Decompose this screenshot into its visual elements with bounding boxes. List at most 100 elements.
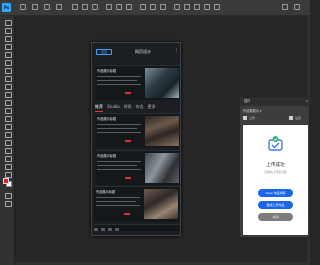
clone-stamp-tool-icon[interactable] [4, 83, 12, 90]
align-top-icon[interactable] [106, 4, 112, 10]
quick-select-tool-icon[interactable] [4, 43, 12, 50]
lasso-tool-icon[interactable] [4, 35, 12, 42]
align-bottom-icon[interactable] [126, 4, 132, 10]
move-tool-option-icon[interactable] [32, 4, 38, 10]
doc-card: 作品展示标题 [94, 186, 179, 220]
tab-settings-label: 设置 [295, 116, 302, 120]
panel-menu-icon[interactable]: ≡ [305, 97, 308, 106]
distribute-icon[interactable] [140, 4, 146, 10]
quick-mask-icon[interactable] [4, 192, 12, 199]
workspace-icon[interactable] [294, 4, 300, 10]
success-subtitle: 已成功上传至云端 [264, 170, 287, 174]
doc-tab: 杂志 [135, 104, 144, 109]
footer-icon [114, 228, 119, 231]
doc-tab-row: 推荐 Studio 时尚 杂志 更多 [95, 103, 181, 112]
eraser-tool-icon[interactable] [4, 99, 12, 106]
3d-mode-icon[interactable] [174, 4, 180, 10]
card-text-line [97, 165, 137, 166]
home-icon[interactable] [20, 4, 26, 10]
auto-select-icon[interactable] [44, 4, 50, 10]
card-thumbnail [145, 68, 179, 98]
doc-card: 作品展示标题 [95, 113, 180, 148]
doc-tab: 更多 [147, 104, 156, 109]
doc-card: 作品展示标题 [95, 150, 180, 185]
card-text-line [97, 76, 141, 77]
card-thumbnail [145, 116, 179, 146]
tab-upload[interactable]: 上传 [243, 115, 255, 122]
brush-tool-icon[interactable] [4, 75, 12, 82]
distribute-v-icon[interactable] [160, 4, 166, 10]
more-icon: ⋮ [174, 48, 179, 54]
card-tag [124, 213, 130, 215]
shape-tool-icon[interactable] [4, 155, 12, 162]
card-title: 作品展示标题 [97, 154, 117, 158]
panel-title: 插件 [244, 99, 251, 103]
card-text-line [97, 124, 141, 125]
card-text-line [97, 128, 137, 129]
align-right-icon[interactable] [92, 4, 98, 10]
card-thumbnail [145, 153, 179, 183]
move-tool-icon[interactable] [4, 19, 12, 26]
gear-icon [289, 116, 293, 120]
success-title: 上传成功 [266, 163, 285, 168]
eyedropper-tool-icon[interactable] [4, 59, 12, 66]
blur-tool-icon[interactable] [4, 115, 12, 122]
zoom-tool-icon[interactable] [4, 171, 12, 178]
slide-3d-icon[interactable] [204, 4, 210, 10]
project-select[interactable]: 作品集展示 ▾ [243, 108, 273, 114]
marquee-tool-icon[interactable] [4, 27, 12, 34]
scale-3d-icon[interactable] [214, 4, 220, 10]
doc-tab: 时尚 [123, 104, 132, 109]
dodge-tool-icon[interactable] [4, 123, 12, 130]
path-selection-tool-icon[interactable] [4, 147, 12, 154]
panel-header: 插件 ≡ [240, 97, 311, 106]
card-text-line [97, 169, 141, 170]
healing-brush-tool-icon[interactable] [4, 67, 12, 74]
card-tag [125, 177, 131, 179]
footer-icon [100, 228, 105, 231]
doc-back-button: 返回 [96, 49, 112, 55]
hand-tool-icon[interactable] [4, 163, 12, 170]
close-button[interactable]: 关闭 [258, 213, 293, 221]
history-brush-tool-icon[interactable] [4, 91, 12, 98]
doc-tab: Studio [106, 104, 120, 109]
project-select-value: 作品集展示 [243, 109, 259, 113]
card-tag [125, 92, 131, 94]
tab-settings[interactable]: 设置 [289, 115, 301, 122]
plugin-panel: 插件 ≡ 作品集展示 ▾ 上传 设置 上传成功 已成功上传至云端 View 作品… [239, 96, 311, 238]
align-left-icon[interactable] [72, 4, 78, 10]
crop-tool-icon[interactable] [4, 51, 12, 58]
app-logo: Ps [2, 3, 11, 12]
card-text-line [97, 84, 141, 85]
doc-header: 返回 网页设计 ⋮ [94, 46, 180, 56]
type-tool-icon[interactable] [4, 139, 12, 146]
continue-upload-button[interactable]: 继续上传作品 [258, 201, 293, 209]
upload-icon [243, 116, 247, 120]
rotate-3d-icon[interactable] [184, 4, 190, 10]
pan-3d-icon[interactable] [194, 4, 200, 10]
search-icon[interactable] [282, 4, 288, 10]
pen-tool-icon[interactable] [4, 131, 12, 138]
align-center-icon[interactable] [82, 4, 88, 10]
upload-result-card: 上传成功 已成功上传至云端 View 作品详情 继续上传作品 关闭 [243, 125, 308, 235]
foreground-color-swatch[interactable] [3, 178, 9, 184]
card-text-line [96, 201, 136, 202]
doc-tab: 推荐 [95, 103, 103, 112]
transform-icon[interactable] [56, 4, 62, 10]
footer-icon [94, 228, 98, 231]
panel-tabs: 上传 设置 [243, 115, 308, 123]
card-text-line [96, 205, 140, 206]
doc-title: 网页设计 [135, 49, 151, 54]
doc-footer [94, 228, 180, 233]
view-project-button[interactable]: View 作品详情 [258, 189, 293, 197]
screen-mode-icon[interactable] [4, 200, 12, 207]
align-middle-icon[interactable] [116, 4, 122, 10]
tools-panel [0, 16, 15, 265]
footer-icon [107, 228, 112, 231]
card-text-line [97, 161, 141, 162]
distribute-h-icon[interactable] [150, 4, 156, 10]
card-title: 作品展示标题 [97, 69, 117, 73]
card-tag [125, 140, 131, 142]
card-text-line [97, 132, 141, 133]
gradient-tool-icon[interactable] [4, 107, 12, 114]
